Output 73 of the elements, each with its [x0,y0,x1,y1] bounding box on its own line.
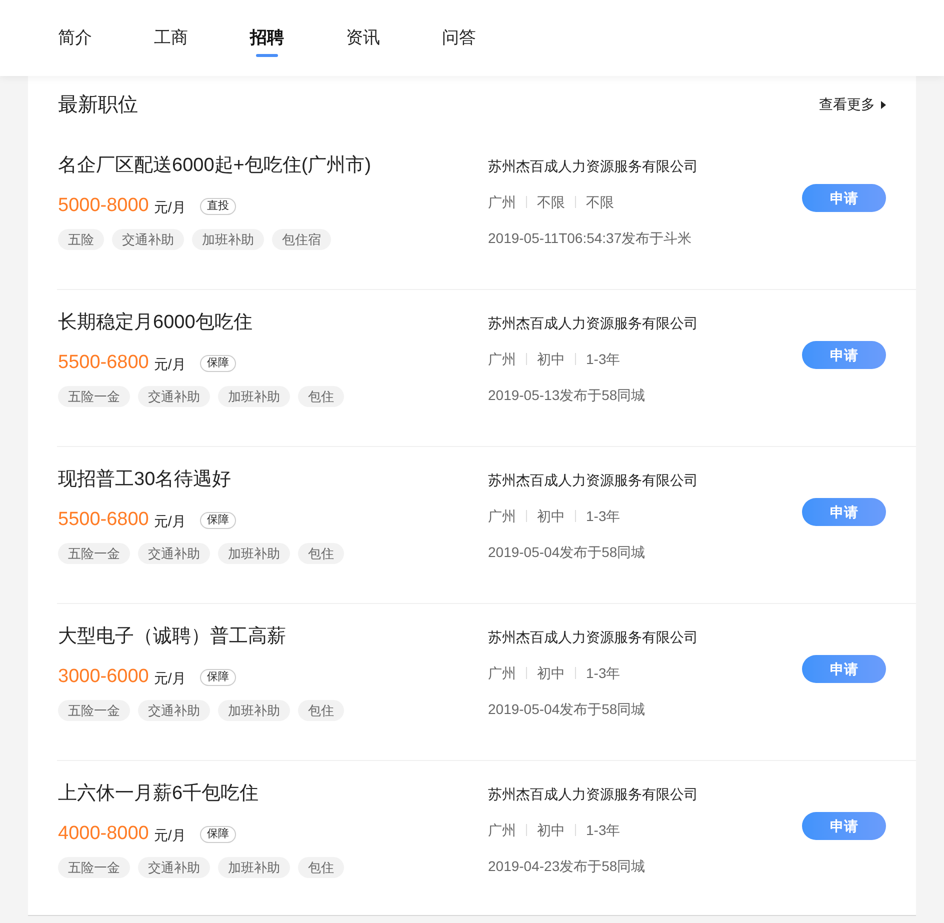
nav-tab[interactable]: 工商 [154,0,250,76]
nav-tab[interactable]: 简介 [58,0,154,76]
benefit-tag: 加班补助 [218,857,290,878]
job-requirement: 不限 [537,192,565,212]
job-title[interactable]: 大型电子（诚聘）普工高薪 [58,624,286,650]
job-requirement: 初中 [537,820,565,840]
benefit-tag: 五险一金 [58,543,130,564]
job-requirement: 初中 [537,506,565,526]
caret-icon [881,100,886,108]
salary-range: 3000-6000 [58,664,149,689]
job-badge: 直投 [200,198,236,214]
salary-range: 5000-8000 [58,194,149,218]
benefit-tag: 交通补助 [138,857,210,878]
company-name[interactable]: 苏州杰百成人力资源服务有限公司 [488,156,698,176]
salary-range: 5500-6800 [58,508,149,532]
nav-tab[interactable]: 问答 [442,0,538,76]
job-badge: 保障 [200,826,236,842]
job-requirement: 1-3年 [586,664,620,682]
salary-unit: 元/月 [154,354,186,374]
job-badge: 保障 [200,668,236,686]
job-badge: 保障 [200,354,236,372]
salary-unit: 元/月 [154,198,186,216]
job-badge: 保障 [200,512,236,528]
job-requirement: 广州 [488,820,516,840]
posted-date: 2019-04-23发布于58同城 [488,857,646,876]
benefit-tag: 包住 [298,386,344,407]
posted-date: 2019-05-11T06:54:37发布于斗米 [488,229,692,248]
benefit-tag: 交通补助 [112,229,184,250]
benefit-tag: 五险一金 [58,386,130,407]
job-requirement: 不限 [586,192,614,212]
benefit-tag: 加班补助 [218,543,290,564]
company-name[interactable]: 苏州杰百成人力资源服务有限公司 [488,313,698,333]
job-title[interactable]: 上六休一月薪6千包吃住 [58,781,259,807]
benefit-tag: 五险一金 [58,857,130,878]
benefit-tag: 交通补助 [138,543,210,564]
job-requirement: 广州 [488,506,516,526]
nav-tab[interactable]: 招聘 [250,0,346,76]
benefit-tag: 加班补助 [192,229,264,250]
salary-unit: 元/月 [154,512,186,530]
job-requirement: 广州 [488,350,516,368]
job-requirement: 1-3年 [586,506,620,526]
job-requirement: 广州 [488,192,516,212]
benefit-tag: 包住 [298,857,344,878]
benefit-tag: 五险一金 [58,700,130,721]
salary-unit: 元/月 [154,668,186,688]
posted-date: 2019-05-04发布于58同城 [488,543,646,562]
job-title[interactable]: 长期稳定月6000包吃住 [58,310,252,336]
benefit-tag: 包住宿 [272,229,331,250]
company-name[interactable]: 苏州杰百成人力资源服务有限公司 [488,784,698,804]
job-requirement: 1-3年 [586,350,620,368]
salary-range: 4000-8000 [58,822,149,846]
company-name[interactable]: 苏州杰百成人力资源服务有限公司 [488,470,698,490]
job-requirement: 广州 [488,664,516,682]
benefit-tag: 交通补助 [138,386,210,407]
job-requirement: 初中 [537,350,565,368]
posted-date: 2019-05-13发布于58同城 [488,386,646,405]
view-more-link[interactable]: 查看更多 [819,94,886,115]
job-title[interactable]: 现招普工30名待遇好 [58,467,232,493]
section-title: 最新职位 [58,92,138,118]
posted-date: 2019-05-04发布于58同城 [488,700,646,719]
job-requirement: 初中 [537,664,565,682]
nav-tab[interactable]: 资讯 [346,0,442,76]
job-requirement: 1-3年 [586,820,620,840]
benefit-tag: 五险 [58,229,104,250]
benefit-tag: 加班补助 [218,386,290,407]
benefit-tag: 包住 [298,543,344,564]
benefit-tag: 加班补助 [218,700,290,721]
benefit-tag: 交通补助 [138,700,210,721]
job-title[interactable]: 名企厂区配送6000起+包吃住(广州市) [58,153,372,179]
company-name[interactable]: 苏州杰百成人力资源服务有限公司 [488,627,698,647]
salary-unit: 元/月 [154,826,186,844]
benefit-tag: 包住 [298,700,344,721]
salary-range: 5500-6800 [58,350,149,375]
